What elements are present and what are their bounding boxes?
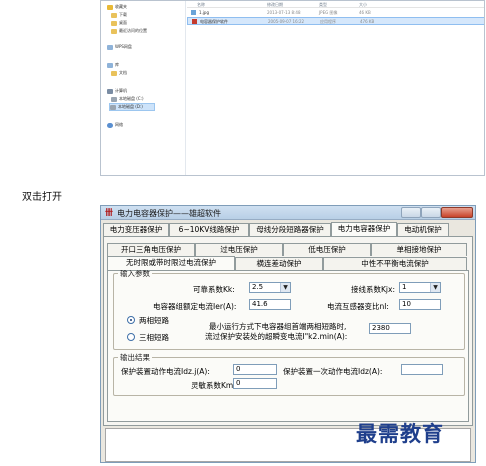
rated-current-input[interactable]: 41.6 bbox=[249, 299, 291, 310]
nav-library[interactable]: 库 bbox=[107, 61, 119, 69]
safety-factor-value: 2.5 bbox=[252, 283, 264, 291]
safety-factor-select[interactable]: 2.5 ▼ bbox=[249, 282, 291, 293]
nav-label: 收藏夹 bbox=[115, 4, 127, 9]
nav-label: 最近访问的位置 bbox=[119, 28, 147, 33]
file-date: 2005-09-07 16:22 bbox=[268, 19, 305, 24]
desktop-folder-icon bbox=[111, 20, 117, 26]
nav-label: 网络 bbox=[115, 122, 123, 127]
nav-label: 桌面 bbox=[119, 20, 127, 25]
nav-computer[interactable]: 计算机 bbox=[107, 87, 127, 95]
nav-favorites[interactable]: 收藏夹 bbox=[107, 3, 127, 11]
cloud-drive-icon bbox=[107, 44, 113, 50]
tab-undervoltage[interactable]: 低电压保护 bbox=[283, 243, 371, 256]
nav-label: 计算机 bbox=[115, 88, 127, 93]
nav-recent[interactable]: 最近访问的位置 bbox=[111, 27, 147, 35]
file-row-selected[interactable]: 电容器保护软件 2005-09-07 16:22 应用程序 476 KB bbox=[187, 17, 484, 25]
column-size[interactable]: 大小 bbox=[359, 2, 367, 8]
nav-label: 本地磁盘 (D:) bbox=[118, 104, 143, 109]
recent-places-icon bbox=[111, 28, 117, 34]
nav-network[interactable]: 网络 bbox=[107, 121, 123, 129]
wiring-factor-select[interactable]: 1 ▼ bbox=[399, 282, 441, 293]
three-phase-radio[interactable] bbox=[127, 333, 135, 341]
file-type: 应用程序 bbox=[320, 19, 336, 24]
file-name: 电容器保护软件 bbox=[200, 19, 228, 24]
file-date: 2013-07-13 8:48 bbox=[267, 10, 301, 15]
file-name: 1.jpg bbox=[199, 10, 210, 15]
nav-label: WPS网盘 bbox=[115, 44, 132, 49]
watermark-logo: 最需教育 bbox=[356, 421, 444, 446]
window-title: 电力电容器保护——雄超软件 bbox=[117, 209, 221, 218]
sensitivity-label: 灵敏系数Km: bbox=[191, 381, 236, 390]
title-bar[interactable]: 卌 电力电容器保护——雄超软件 bbox=[101, 206, 475, 220]
nav-downloads[interactable]: 下载 bbox=[111, 11, 127, 19]
two-phase-label[interactable]: 两相短路 bbox=[139, 315, 169, 326]
tab-motor-protection[interactable]: 电动机保护 bbox=[397, 223, 449, 236]
tab-line-protection[interactable]: 6~10KV线路保护 bbox=[169, 223, 249, 236]
nav-wps-drive[interactable]: WPS网盘 bbox=[107, 43, 132, 51]
tab-busbar-protection[interactable]: 母线分段短路器保护 bbox=[249, 223, 331, 236]
wiring-factor-value: 1 bbox=[402, 283, 407, 291]
column-type[interactable]: 类型 bbox=[319, 2, 327, 8]
network-icon bbox=[107, 122, 113, 128]
op-current-label: 保护装置动作电流Idz.j(A): bbox=[121, 367, 210, 376]
drive-d-icon bbox=[110, 104, 116, 110]
three-phase-label[interactable]: 三相短路 bbox=[139, 332, 169, 343]
chevron-down-icon[interactable]: ▼ bbox=[280, 283, 290, 292]
nav-label: 下载 bbox=[119, 12, 127, 17]
min-short-circuit-label-line2: 流过保护安装处的超瞬变电流I"k2.min(A): bbox=[205, 332, 348, 341]
op-current-output: 0 bbox=[233, 364, 277, 375]
drive-c-icon bbox=[111, 96, 117, 102]
tab-open-delta-voltage[interactable]: 开口三角电压保护 bbox=[107, 243, 195, 256]
two-phase-radio[interactable] bbox=[127, 316, 135, 324]
min-short-circuit-input[interactable]: 2380 bbox=[369, 323, 411, 334]
nav-label: 文档 bbox=[119, 70, 127, 75]
file-list-header: 名称 修改日期 类型 大小 bbox=[187, 1, 484, 8]
tab-transformer-protection[interactable]: 电力变压器保护 bbox=[103, 223, 169, 236]
computer-icon bbox=[107, 88, 113, 94]
application-icon bbox=[192, 19, 197, 24]
nav-drive-d[interactable]: 本地磁盘 (D:) bbox=[109, 103, 155, 111]
tab-overvoltage[interactable]: 过电压保护 bbox=[195, 243, 283, 256]
close-button[interactable] bbox=[441, 207, 473, 218]
nav-desktop[interactable]: 桌面 bbox=[111, 19, 127, 27]
file-explorer-window: 收藏夹 下载 桌面 最近访问的位置 WPS网盘 库 文档 计算机 本地磁盘 (C… bbox=[100, 0, 485, 176]
safety-factor-label: 可靠系数Kk: bbox=[193, 285, 235, 294]
minimize-button[interactable] bbox=[401, 207, 421, 218]
tab-overcurrent-protection[interactable]: 无时限或带时限过电流保护 bbox=[107, 256, 235, 270]
tab-capacitor-protection[interactable]: 电力电容器保护 bbox=[331, 222, 397, 236]
primary-current-output bbox=[401, 364, 443, 375]
maximize-button[interactable] bbox=[421, 207, 441, 218]
ct-ratio-input[interactable]: 10 bbox=[399, 299, 441, 310]
nav-label: 库 bbox=[115, 62, 119, 67]
image-file-icon bbox=[191, 10, 196, 15]
file-size: 476 KB bbox=[360, 19, 375, 24]
download-folder-icon bbox=[111, 12, 117, 18]
file-type: JPEG 图像 bbox=[319, 10, 338, 15]
column-date[interactable]: 修改日期 bbox=[267, 2, 283, 8]
primary-current-label: 保护装置一次动作电流Idz(A): bbox=[283, 367, 383, 376]
nav-documents[interactable]: 文档 bbox=[111, 69, 127, 77]
file-size: 46 KB bbox=[359, 10, 371, 15]
column-name[interactable]: 名称 bbox=[197, 2, 205, 8]
nav-label: 本地磁盘 (C:) bbox=[119, 96, 144, 101]
navigation-pane: 收藏夹 下载 桌面 最近访问的位置 WPS网盘 库 文档 计算机 本地磁盘 (C… bbox=[101, 1, 186, 175]
documents-icon bbox=[111, 70, 117, 76]
ct-ratio-label: 电流互感器变比nl: bbox=[327, 302, 389, 311]
app-logo-icon: 卌 bbox=[105, 208, 113, 217]
library-icon bbox=[107, 62, 113, 68]
instruction-caption: 双击打开 bbox=[22, 192, 62, 203]
sensitivity-output: 0 bbox=[233, 378, 277, 389]
file-row[interactable]: 1.jpg 2013-07-13 8:48 JPEG 图像 46 KB bbox=[187, 9, 484, 17]
nav-drive-c[interactable]: 本地磁盘 (C:) bbox=[111, 95, 144, 103]
chevron-down-icon[interactable]: ▼ bbox=[430, 283, 440, 292]
wiring-factor-label: 接线系数Kjx: bbox=[351, 285, 395, 294]
star-icon bbox=[107, 4, 113, 10]
rated-current-label: 电容器组额定电流Ier(A): bbox=[153, 302, 237, 311]
output-results-legend: 输出结果 bbox=[120, 353, 150, 362]
tab-single-phase-ground[interactable]: 单相接地保护 bbox=[371, 243, 467, 256]
